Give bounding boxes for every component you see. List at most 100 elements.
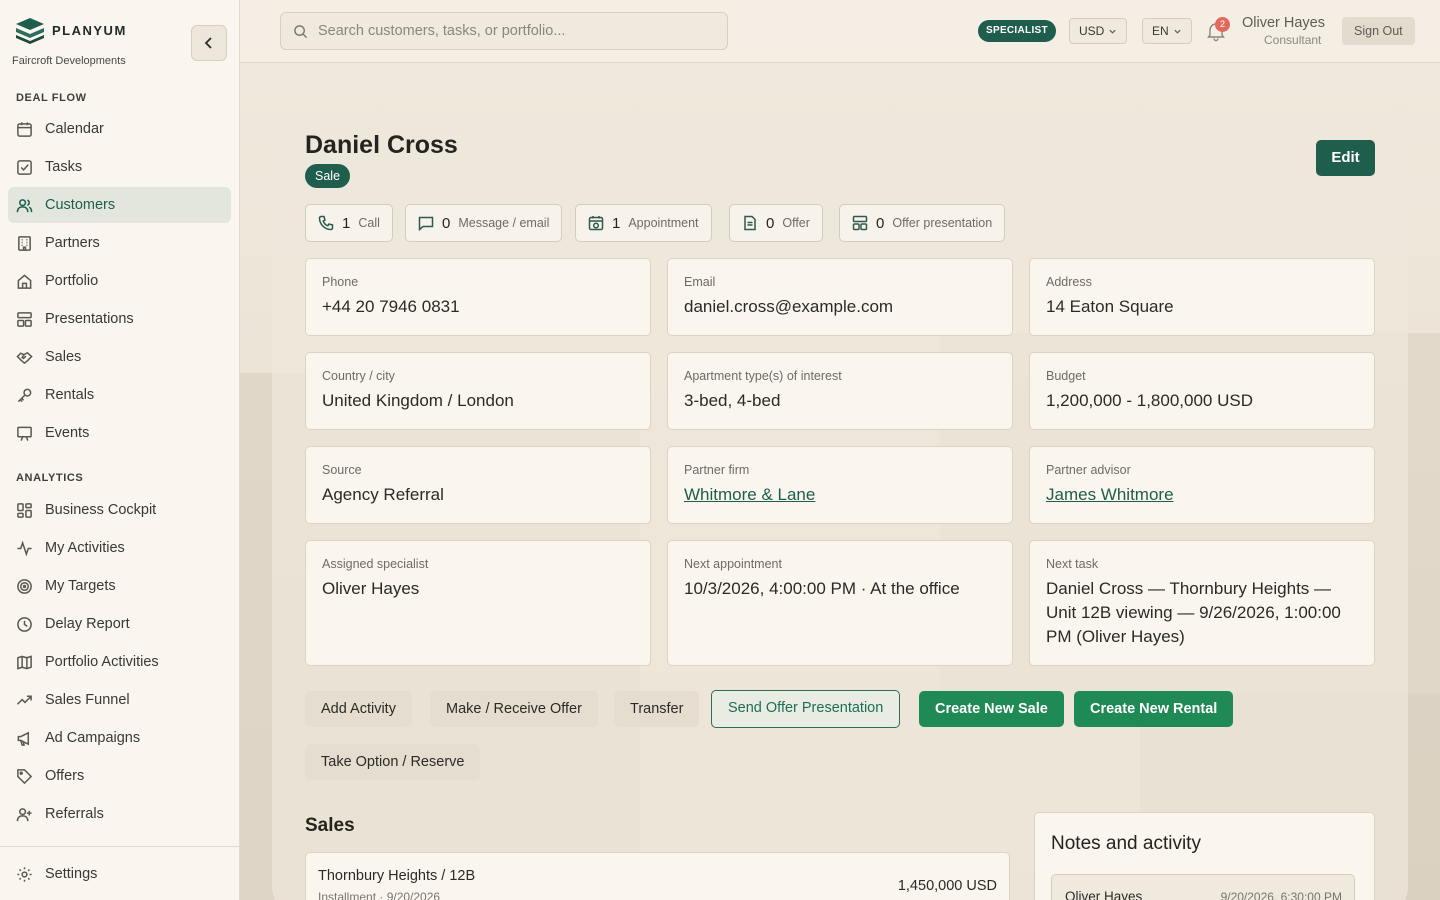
make-receive-offer-button[interactable]: Make / Receive Offer	[430, 691, 598, 727]
create-new-rental-button[interactable]: Create New Rental	[1074, 691, 1234, 727]
section-label-deal-flow: DEAL FLOW	[16, 92, 87, 104]
info-card-country-city: Country / city United Kingdom / London	[305, 352, 651, 430]
field-label: Address	[1046, 275, 1092, 289]
stat-messages[interactable]: 0 Message / email	[405, 204, 563, 242]
grid-icon	[17, 502, 32, 518]
collapse-sidebar-button[interactable]	[191, 25, 227, 61]
field-value: Agency Referral	[322, 485, 444, 504]
sale-item[interactable]: Thornbury Heights / 12B Installment · 9/…	[305, 852, 1010, 900]
sidebar-item-label: Offers	[45, 768, 85, 784]
sidebar-item-my-activities[interactable]: My Activities	[8, 530, 231, 566]
page-title: Daniel Cross	[305, 131, 458, 159]
sidebar-item-tasks[interactable]: Tasks	[8, 149, 231, 185]
sidebar-item-label: Ad Campaigns	[45, 730, 141, 746]
create-new-sale-button[interactable]: Create New Sale	[919, 691, 1064, 727]
field-label: Apartment type(s) of interest	[684, 369, 842, 383]
sidebar-item-portfolio[interactable]: Portfolio	[8, 263, 231, 299]
sidebar-item-delay-report[interactable]: Delay Report	[8, 606, 231, 642]
customer-type-badge: Sale	[305, 164, 351, 188]
top-bar: SPECIALIST USD EN 2 Oliver Hayes Consult…	[240, 0, 1440, 63]
note-item[interactable]: Oliver Hayes 9/20/2026, 6:30:00 PM	[1051, 874, 1355, 900]
sidebar-item-settings[interactable]: Settings	[8, 856, 231, 892]
brand-logo[interactable]: PLANYUM	[14, 16, 127, 44]
stat-label: Message / email	[458, 216, 550, 230]
stat-calls[interactable]: 1 Call	[305, 204, 393, 242]
sidebar-item-presentations[interactable]: Presentations	[8, 301, 231, 337]
transfer-button[interactable]: Transfer	[614, 691, 700, 727]
info-card-email: Email daniel.cross@example.com	[667, 258, 1013, 336]
trending-icon	[16, 694, 32, 705]
sidebar-item-label: Partners	[45, 235, 100, 251]
stat-number: 0	[766, 214, 775, 232]
field-value: daniel.cross@example.com	[684, 297, 894, 316]
take-option-reserve-button[interactable]: Take Option / Reserve	[305, 744, 481, 780]
stat-offers[interactable]: 0 Offer	[729, 204, 823, 242]
stat-number: 1	[612, 214, 621, 232]
sales-section-title: Sales	[305, 815, 355, 836]
sidebar-item-label: Referrals	[45, 806, 104, 822]
key-icon	[17, 388, 32, 402]
sidebar-item-label: Portfolio Activities	[45, 654, 159, 670]
sidebar-item-offers[interactable]: Offers	[8, 758, 231, 794]
sidebar-item-business-cockpit[interactable]: Business Cockpit	[8, 492, 231, 528]
field-value: Daniel Cross — Thornbury Heights — Unit …	[1046, 579, 1341, 646]
info-card-partner-advisor: Partner advisor James Whitmore	[1029, 446, 1375, 524]
sidebar-item-label: Delay Report	[45, 616, 130, 632]
sign-out-button[interactable]: Sign Out	[1342, 17, 1415, 45]
calendar-icon	[17, 121, 32, 137]
layout-icon	[852, 215, 868, 231]
stat-offer-presentations[interactable]: 0 Offer presentation	[839, 204, 1006, 242]
sidebar-item-portfolio-activities[interactable]: Portfolio Activities	[8, 644, 231, 680]
sidebar-item-referrals[interactable]: Referrals	[8, 796, 231, 832]
sidebar-item-label: Portfolio	[45, 273, 99, 289]
edit-button[interactable]: Edit	[1316, 140, 1375, 176]
sidebar-divider	[0, 846, 239, 847]
field-label: Partner firm	[684, 463, 750, 477]
sale-amount: 1,450,000 USD	[897, 878, 997, 894]
stat-label: Call	[358, 216, 380, 230]
megaphone-icon	[17, 731, 30, 746]
organization-name: Faircroft Developments	[12, 55, 126, 67]
field-label: Source	[322, 463, 362, 477]
stat-appointments[interactable]: 1 Appointment	[575, 204, 712, 242]
info-card-next-task: Next task Daniel Cross — Thornbury Heigh…	[1029, 540, 1375, 666]
home-icon	[17, 273, 32, 289]
role-badge: SPECIALIST	[978, 20, 1056, 42]
sidebar-item-calendar[interactable]: Calendar	[8, 111, 231, 147]
sidebar-item-label: My Targets	[45, 578, 116, 594]
search-box[interactable]	[280, 12, 728, 50]
currency-select[interactable]: USD	[1069, 18, 1128, 44]
stat-label: Appointment	[628, 216, 699, 230]
notes-activity-card: Notes and activity Oliver Hayes 9/20/202…	[1034, 812, 1375, 900]
sidebar-item-partners[interactable]: Partners	[8, 225, 231, 261]
gear-icon	[17, 866, 32, 882]
sidebar-item-customers[interactable]: Customers	[8, 187, 231, 223]
send-offer-presentation-button[interactable]: Send Offer Presentation	[711, 690, 901, 728]
sidebar-item-label: Business Cockpit	[45, 502, 157, 518]
language-select[interactable]: EN	[1142, 18, 1192, 44]
field-label: Partner advisor	[1046, 463, 1131, 477]
stat-number: 1	[342, 214, 351, 232]
search-icon	[294, 24, 308, 38]
add-activity-button[interactable]: Add Activity	[305, 691, 412, 727]
message-icon	[418, 216, 434, 231]
stat-number: 0	[442, 214, 451, 232]
chevron-left-icon	[204, 37, 212, 49]
sidebar-item-sales[interactable]: Sales	[8, 339, 231, 375]
sidebar-item-my-targets[interactable]: My Targets	[8, 568, 231, 604]
sidebar-item-sales-funnel[interactable]: Sales Funnel	[8, 682, 231, 718]
user-plus-icon	[16, 807, 32, 821]
sidebar-item-label: Tasks	[45, 159, 83, 175]
field-label: Next task	[1046, 557, 1099, 571]
partner-firm-link[interactable]: Whitmore & Lane	[684, 483, 996, 507]
tasks-icon	[17, 159, 32, 175]
info-card-phone: Phone +44 20 7946 0831	[305, 258, 651, 336]
sidebar-item-rentals[interactable]: Rentals	[8, 377, 231, 413]
field-value: 14 Eaton Square	[1046, 297, 1174, 316]
stat-number: 0	[876, 214, 885, 232]
sidebar-item-ad-campaigns[interactable]: Ad Campaigns	[8, 720, 231, 756]
partner-advisor-link[interactable]: James Whitmore	[1046, 483, 1358, 507]
clock-icon	[17, 616, 32, 632]
sidebar-item-events[interactable]: Events	[8, 415, 231, 451]
search-input[interactable]	[318, 23, 718, 39]
